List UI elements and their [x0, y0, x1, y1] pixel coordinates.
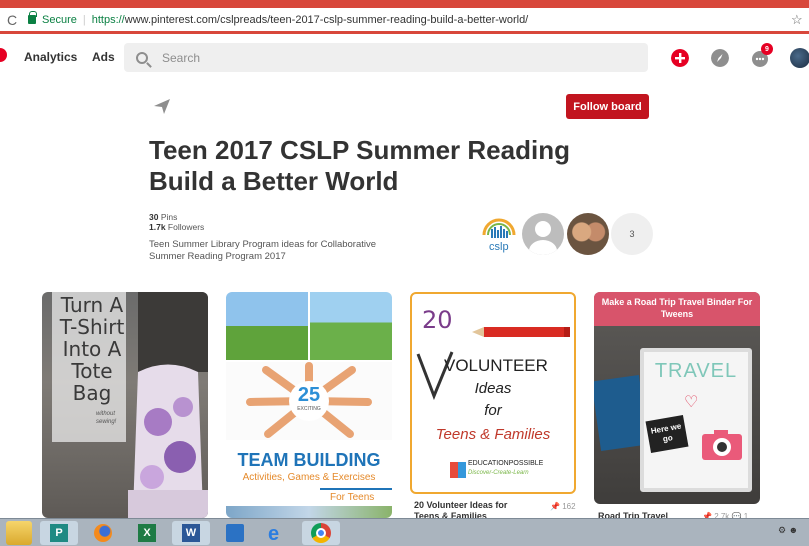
search-icon [136, 51, 148, 64]
nav-ads[interactable]: Ads [92, 50, 115, 64]
board-description: Teen Summer Library Program ideas for Co… [149, 239, 377, 262]
collaborator-cslp-logo[interactable]: cslp [478, 213, 520, 255]
word-icon: W [182, 524, 200, 542]
team-subheading: Activities, Games & Exercises [242, 472, 376, 483]
pin-tshirt-tote[interactable]: Turn A T-Shirt Into A Tote Bag without se… [42, 292, 208, 518]
binder-title: TRAVEL [654, 360, 738, 382]
team-exciting: EXCITING [297, 406, 321, 412]
taskbar-item-publisher[interactable]: P [40, 521, 78, 545]
team-for-teens: For Teens [330, 492, 375, 503]
outlook-icon [226, 524, 244, 542]
bookmark-star-icon[interactable]: ☆ [791, 12, 809, 28]
camera-icon [702, 430, 742, 460]
taskbar-item-firefox[interactable] [84, 521, 122, 545]
profile-avatar[interactable] [790, 48, 809, 68]
board-stats: 30 Pins 1.7k Followers [149, 212, 204, 232]
volunteer-pin-saves: 📌 162 [550, 502, 576, 511]
notification-badge: 9 [761, 43, 773, 55]
taskbar-item-outlook[interactable] [216, 521, 254, 545]
team-divider [320, 488, 392, 490]
secure-label: Secure [42, 13, 77, 26]
volunteer-brand: EDUCATIONPOSSIBLE [468, 460, 544, 467]
publisher-icon: P [50, 524, 68, 542]
search-input[interactable]: Search [124, 43, 648, 72]
team-photo-2 [310, 292, 392, 360]
url-separator: | [82, 13, 86, 26]
volunteer-brand-sub: Discover-Create-Learn [468, 470, 529, 476]
address-bar[interactable]: C Secure | https://www.pinterest.com/csl… [0, 8, 809, 34]
board-title: Teen 2017 CSLP Summer Reading Build a Be… [149, 135, 570, 196]
more-collaborators[interactable]: 3 [611, 213, 653, 255]
education-possible-logo-icon [450, 462, 466, 478]
tote-bag-image [128, 364, 208, 518]
internet-explorer-icon: e [268, 523, 280, 545]
volunteer-number: 20 [422, 306, 453, 334]
pin-team-building[interactable]: 25 EXCITING TEAM BUILDING Activities, Ga… [226, 292, 392, 518]
binder-image: TRAVEL ♡ Here we go [640, 348, 752, 492]
excel-icon: X [138, 524, 156, 542]
nav-analytics[interactable]: Analytics [24, 50, 77, 64]
pinterest-header: Analytics Ads Search 9 [0, 38, 809, 78]
pin-tote-subtext: without sewing! [96, 411, 117, 425]
file-explorer-icon[interactable] [6, 521, 32, 545]
team-heading: TEAM BUILDING [237, 450, 381, 470]
reload-icon[interactable]: C [0, 12, 24, 28]
follow-board-button[interactable]: Follow board [566, 94, 649, 119]
binder-sticker: Here we go [645, 414, 689, 454]
create-pin-icon[interactable] [671, 49, 689, 67]
team-photo-1 [226, 292, 308, 360]
volunteer-word: VOLUNTEER [444, 356, 548, 375]
system-tray-icons[interactable]: ⚙ ☻ [778, 525, 804, 539]
binder-banner-text: Make a Road Trip Travel Binder For Tween… [601, 297, 753, 319]
volunteer-ideas: Ideas [474, 380, 512, 397]
collaborator-photo-avatar[interactable] [567, 213, 609, 255]
pin-tote-jacket [138, 292, 208, 372]
pin-tote-heading: Turn A T-Shirt Into A Tote Bag [59, 293, 125, 405]
search-placeholder: Search [162, 50, 201, 65]
windows-taskbar: P X W e ⚙ ☻ [0, 518, 809, 546]
volunteer-teens: Teens & Families [435, 426, 551, 443]
browser-tab-strip [0, 0, 809, 8]
default-user-icon [529, 221, 557, 255]
volunteer-for: for [484, 402, 502, 419]
pins-count[interactable]: 30 Pins [149, 212, 204, 222]
chrome-icon [311, 523, 331, 543]
url-box[interactable]: Secure | https://www.pinterest.com/cslpr… [24, 10, 791, 30]
taskbar-item-excel[interactable]: X [128, 521, 166, 545]
pencil-icon [472, 327, 570, 337]
send-board-icon[interactable] [152, 96, 172, 116]
pinterest-logo-icon[interactable] [0, 48, 7, 62]
url-text: https://www.pinterest.com/cslpreads/teen… [91, 13, 529, 26]
cslp-logo-text: cslp [489, 241, 509, 253]
screen: C Secure | https://www.pinterest.com/csl… [0, 0, 809, 546]
heart-icon: ♡ [684, 394, 699, 411]
team-number: 25 [297, 384, 321, 406]
followers-count[interactable]: 1.7k Followers [149, 222, 204, 232]
taskbar-item-chrome[interactable] [302, 521, 340, 545]
pin-volunteer-ideas[interactable]: 20 VOLUNTEER Ideas for Teens & Families … [410, 292, 576, 494]
explore-compass-icon[interactable] [711, 49, 729, 67]
firefox-icon [94, 524, 112, 542]
lock-icon [28, 11, 37, 24]
pin-road-trip-binder[interactable]: Make a Road Trip Travel Binder For Tween… [594, 292, 760, 504]
taskbar-item-word[interactable]: W [172, 521, 210, 545]
team-bottom-photo [226, 506, 392, 518]
collaborator-default-avatar[interactable] [522, 213, 564, 255]
taskbar-item-internet-explorer[interactable]: e [260, 521, 298, 545]
